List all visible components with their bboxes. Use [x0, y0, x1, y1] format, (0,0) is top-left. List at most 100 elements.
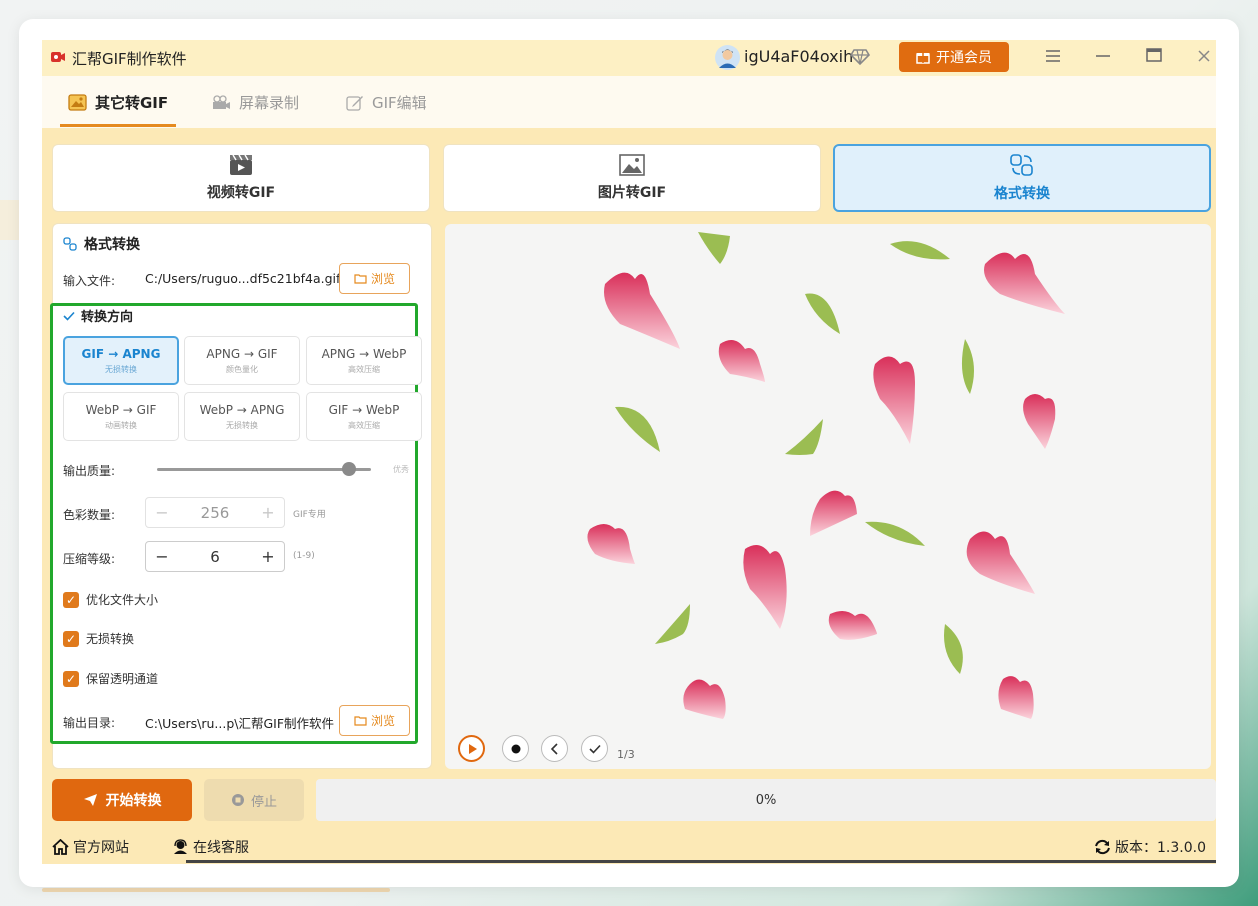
direction-title: 转换方向: [63, 306, 133, 325]
play-icon: [468, 743, 477, 754]
progress-text: 0%: [755, 792, 777, 808]
stop-icon: [511, 744, 520, 753]
image-icon: [619, 154, 645, 176]
colors-label: 色彩数量:: [63, 508, 116, 522]
convert-icon: [63, 237, 77, 251]
edit-icon: [346, 96, 363, 111]
input-file-label: 输入文件:: [63, 274, 116, 288]
browse-output-button[interactable]: 浏览: [339, 705, 410, 736]
gift-icon: [916, 53, 930, 64]
compress-increment-button[interactable]: +: [260, 547, 276, 566]
tab-screen-record[interactable]: 屏幕录制: [212, 92, 299, 113]
mode-label: 格式转换: [994, 186, 1050, 202]
headset-icon: [174, 839, 187, 854]
active-tab-indicator: [60, 124, 176, 127]
official-website-link[interactable]: 官方网站: [52, 837, 129, 857]
checkbox-check-icon[interactable]: ✓: [63, 670, 79, 687]
quality-value-text: 优秀: [393, 465, 409, 474]
checkbox-keep-alpha[interactable]: ✓ 保留透明通道: [63, 670, 158, 687]
quality-slider-track[interactable]: [157, 468, 371, 471]
preview-image: [587, 232, 1065, 719]
maximize-icon[interactable]: [1144, 48, 1164, 66]
folder-icon: [354, 274, 367, 284]
check-icon: [63, 311, 75, 321]
refresh-icon: [1095, 839, 1110, 855]
quality-slider-handle[interactable]: [342, 462, 356, 476]
main-tabs: 其它转GIF 屏幕录制 GIF编辑: [42, 76, 1216, 128]
check-icon: [588, 744, 601, 754]
tab-label: 其它转GIF: [95, 94, 169, 112]
app-window: 汇帮GIF制作软件 igU4aF04oxih 开通会员 其它转GIF 屏幕录制 …: [42, 40, 1216, 864]
stop-button[interactable]: 停止: [204, 779, 304, 821]
gif-preview: 1/3: [445, 224, 1211, 769]
send-icon: [83, 794, 97, 806]
browse-input-button[interactable]: 浏览: [339, 263, 410, 294]
vip-button[interactable]: 开通会员: [899, 42, 1009, 72]
confirm-frame-button[interactable]: [581, 735, 608, 762]
mode-format-convert[interactable]: 格式转换: [833, 144, 1211, 212]
user-avatar-icon[interactable]: [715, 45, 740, 70]
background-strip-bottom: [42, 888, 390, 892]
tab-other-to-gif[interactable]: 其它转GIF: [68, 92, 168, 113]
mode-image-to-gif[interactable]: 图片转GIF: [443, 144, 821, 212]
app-title: 汇帮GIF制作软件: [72, 50, 187, 68]
prev-frame-button[interactable]: [541, 735, 568, 762]
menu-icon[interactable]: [1043, 48, 1063, 66]
close-icon[interactable]: [1194, 48, 1214, 66]
tab-gif-edit[interactable]: GIF编辑: [346, 92, 427, 113]
checkbox-check-icon[interactable]: ✓: [63, 630, 79, 647]
vip-button-label: 开通会员: [936, 50, 992, 66]
convert-icon: [1010, 154, 1033, 176]
stop-circle-icon: [231, 794, 244, 806]
output-dir-path: C:\Users\ru...p\汇帮GIF制作软件: [145, 716, 335, 731]
title-bar: 汇帮GIF制作软件 igU4aF04oxih 开通会员: [42, 40, 1216, 76]
picture-icon: [68, 94, 87, 111]
play-button[interactable]: [458, 735, 485, 762]
tab-label: 屏幕录制: [239, 94, 300, 112]
app-logo-icon: [51, 52, 65, 62]
footer-divider: [186, 860, 1216, 863]
colors-stepper[interactable]: − 256 +: [145, 497, 285, 528]
quality-label: 输出质量:: [63, 464, 116, 478]
compress-value: 6: [210, 547, 220, 566]
compress-decrement-button[interactable]: −: [154, 547, 170, 566]
start-convert-button[interactable]: 开始转换: [52, 779, 192, 821]
frame-counter: 1/3: [617, 748, 635, 761]
home-icon: [52, 839, 69, 855]
stop-preview-button[interactable]: [502, 735, 529, 762]
conv-gif-to-apng[interactable]: GIF → APNG 无损转换: [63, 336, 179, 385]
checkbox-check-icon[interactable]: ✓: [63, 591, 79, 608]
checkbox-lossless[interactable]: ✓ 无损转换: [63, 630, 134, 647]
compress-stepper[interactable]: − 6 +: [145, 541, 285, 572]
folder-icon: [354, 716, 367, 726]
version-info[interactable]: 版本：1.3.0.0: [1094, 837, 1206, 857]
colors-increment-button[interactable]: +: [260, 503, 276, 522]
leaf: [615, 232, 974, 674]
mode-label: 图片转GIF: [597, 185, 667, 201]
diamond-icon: [850, 49, 870, 66]
conv-apng-to-webp[interactable]: APNG → WebP 高效压缩: [306, 336, 422, 385]
conv-apng-to-gif[interactable]: APNG → GIF 颜色量化: [184, 336, 300, 385]
compress-label: 压缩等级:: [63, 552, 116, 566]
chevron-left-icon: [550, 742, 558, 755]
input-file-path: C:/Users/ruguo...df5c21bf4a.gif: [145, 271, 341, 286]
conv-gif-to-webp[interactable]: GIF → WebP 高效压缩: [306, 392, 422, 441]
online-support-link[interactable]: 在线客服: [172, 837, 249, 857]
checkbox-optimize-size[interactable]: ✓ 优化文件大小: [63, 591, 158, 608]
mode-label: 视频转GIF: [206, 185, 276, 201]
colors-decrement-button[interactable]: −: [154, 503, 170, 522]
mode-video-to-gif[interactable]: 视频转GIF: [52, 144, 430, 212]
compress-hint: (1-9): [293, 551, 315, 561]
panel-title: 格式转换: [63, 234, 140, 254]
user-name[interactable]: igU4aF04oxih: [744, 47, 853, 66]
conv-webp-to-gif[interactable]: WebP → GIF 动画转换: [63, 392, 179, 441]
camera-icon: [213, 95, 230, 109]
colors-hint: GIF专用: [293, 510, 326, 520]
film-icon: [230, 154, 252, 175]
background-strip: [0, 200, 19, 240]
progress-bar: 0%: [316, 779, 1216, 821]
minimize-icon[interactable]: [1093, 48, 1113, 66]
conv-webp-to-apng[interactable]: WebP → APNG 无损转换: [184, 392, 300, 441]
format-settings-panel: 格式转换 输入文件: C:/Users/ruguo...df5c21bf4a.g…: [50, 223, 432, 769]
output-dir-label: 输出目录:: [63, 716, 116, 730]
